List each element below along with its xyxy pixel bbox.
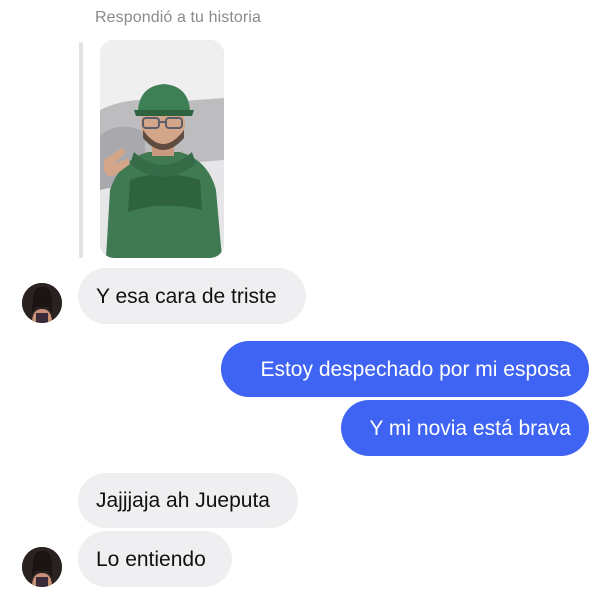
- story-reply-label: Respondió a tu historia: [95, 9, 261, 26]
- contact-avatar-image: [22, 283, 62, 323]
- contact-avatar-image: [22, 547, 62, 587]
- message-text: Y esa cara de triste: [96, 284, 277, 308]
- contact-avatar[interactable]: [22, 547, 62, 587]
- message-text: Estoy despechado por mi esposa: [260, 357, 571, 381]
- message-bubble-outgoing[interactable]: Estoy despechado por mi esposa: [221, 341, 589, 397]
- message-bubble-incoming[interactable]: Y esa cara de triste: [78, 268, 306, 324]
- reply-quote-bar: [79, 42, 83, 258]
- message-text: Jajjjaja ah Jueputa: [96, 489, 270, 512]
- chat-thread: Respondió a tu historia Y esa cara de tr…: [0, 0, 600, 600]
- message-text: Lo entiendo: [96, 547, 206, 571]
- story-photo-image: [100, 40, 224, 258]
- message-bubble-incoming[interactable]: Jajjjaja ah Jueputa: [78, 473, 298, 528]
- story-thumbnail[interactable]: [100, 40, 224, 258]
- message-bubble-outgoing[interactable]: Y mi novia está brava: [341, 400, 589, 456]
- contact-avatar[interactable]: [22, 283, 62, 323]
- message-bubble-incoming[interactable]: Lo entiendo: [78, 531, 232, 587]
- message-text: Y mi novia está brava: [369, 416, 571, 440]
